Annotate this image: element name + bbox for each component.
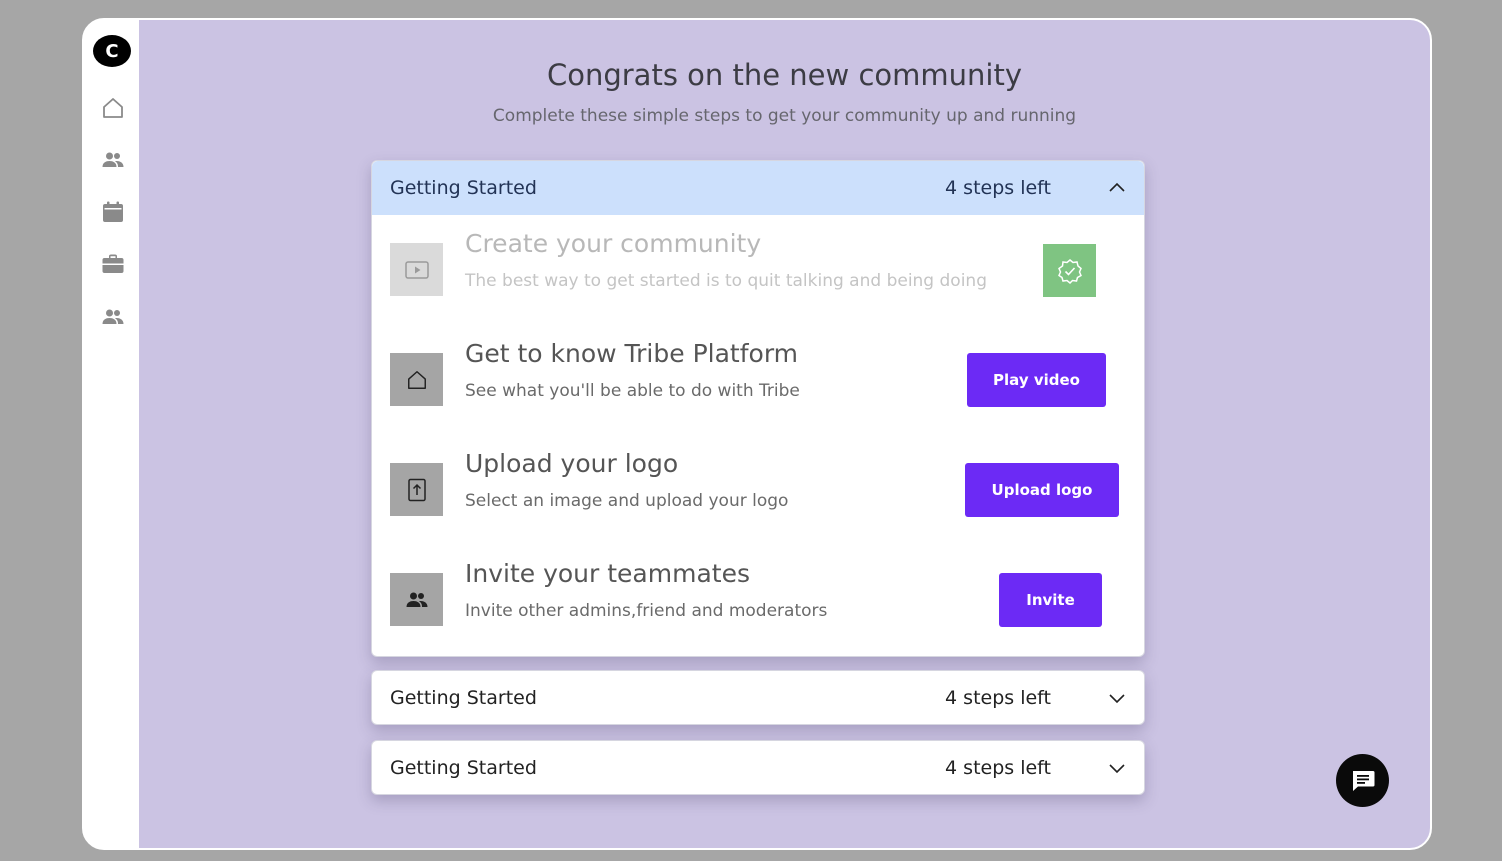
upload-logo-button[interactable]: Upload logo (965, 463, 1119, 517)
section-header[interactable]: Getting Started 4 steps left (372, 161, 1144, 215)
play-video-button[interactable]: Play video (967, 353, 1106, 407)
main-content: Congrats on the new community Complete t… (139, 20, 1430, 848)
home-icon (390, 353, 443, 406)
section-title: Getting Started (390, 177, 537, 199)
upload-icon (390, 463, 443, 516)
step-title: Create your community (465, 229, 762, 258)
step-title: Upload your logo (465, 449, 679, 478)
step-tribe-platform: Get to know Tribe Platform See what you'… (372, 325, 1144, 435)
check-badge-icon (1043, 244, 1096, 297)
section-getting-started-2: Getting Started 4 steps left (371, 670, 1145, 725)
step-description: Invite other admins,friend and moderator… (465, 601, 828, 621)
steps-left: 4 steps left (945, 687, 1051, 709)
play-icon (390, 243, 443, 296)
chevron-down-icon[interactable] (1108, 759, 1126, 777)
logo-letter: C (105, 40, 119, 62)
sidebar: C (84, 20, 139, 848)
chevron-up-icon[interactable] (1108, 179, 1126, 197)
step-title: Get to know Tribe Platform (465, 339, 799, 368)
members-icon[interactable] (100, 147, 126, 173)
section-title: Getting Started (390, 687, 537, 709)
page-title: Congrats on the new community (546, 58, 1023, 92)
step-invite-teammates: Invite your teammates Invite other admin… (372, 545, 1144, 655)
app-window: C Congrats on the new community Complete… (82, 18, 1432, 850)
section-getting-started-1: Getting Started 4 steps left Create your… (371, 160, 1145, 657)
chevron-down-icon[interactable] (1108, 689, 1126, 707)
calendar-icon[interactable] (100, 199, 126, 225)
step-title: Invite your teammates (465, 559, 750, 588)
chat-button[interactable] (1336, 754, 1389, 807)
page-subtitle: Complete these simple steps to get your … (492, 106, 1077, 126)
chat-icon (1352, 770, 1374, 791)
step-description: Select an image and upload your logo (465, 491, 789, 511)
section-getting-started-3: Getting Started 4 steps left (371, 740, 1145, 795)
steps-left: 4 steps left (945, 177, 1051, 199)
step-description: See what you'll be able to do with Tribe (465, 381, 800, 401)
section-header[interactable]: Getting Started 4 steps left (372, 671, 1144, 725)
section-title: Getting Started (390, 757, 537, 779)
steps-left: 4 steps left (945, 757, 1051, 779)
step-create-community: Create your community The best way to ge… (372, 215, 1144, 325)
people-icon[interactable] (100, 304, 126, 330)
home-icon[interactable] (100, 95, 126, 121)
people-icon (390, 573, 443, 626)
community-logo[interactable]: C (93, 35, 131, 67)
section-header[interactable]: Getting Started 4 steps left (372, 741, 1144, 795)
step-description: The best way to get started is to quit t… (465, 271, 987, 291)
step-upload-logo: Upload your logo Select an image and upl… (372, 435, 1144, 545)
briefcase-icon[interactable] (100, 251, 126, 277)
invite-button[interactable]: Invite (999, 573, 1102, 627)
